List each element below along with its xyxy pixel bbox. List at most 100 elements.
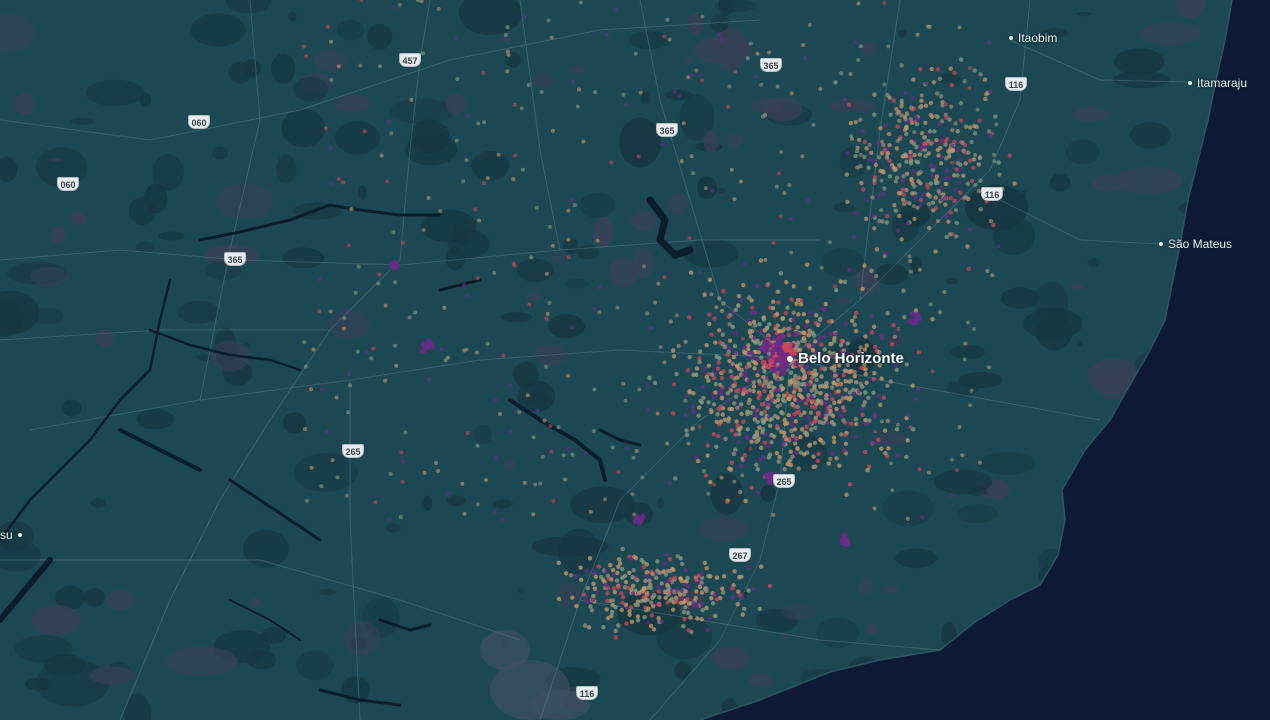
density-point [717, 296, 722, 301]
density-point [588, 604, 593, 609]
density-point [607, 562, 613, 568]
density-point [804, 424, 809, 430]
density-point [780, 411, 785, 416]
density-point [570, 452, 575, 457]
density-point [917, 267, 922, 272]
terrain-patch [1065, 139, 1100, 165]
density-point [464, 158, 469, 163]
density-point [776, 289, 781, 294]
highway-shield-060[interactable]: 060 [188, 115, 210, 129]
terrain-patch [524, 390, 550, 407]
density-point [754, 462, 759, 467]
density-point [959, 118, 964, 123]
terrain-patch [1023, 307, 1083, 340]
density-point [593, 90, 598, 95]
density-point [777, 341, 784, 348]
highway-shield-365[interactable]: 365 [760, 58, 782, 72]
density-point [653, 300, 658, 305]
density-point [838, 382, 843, 387]
density-point [691, 171, 696, 176]
density-point [757, 379, 762, 384]
density-point [955, 129, 960, 134]
density-point [770, 305, 776, 311]
density-point [963, 341, 968, 346]
density-point [955, 147, 960, 153]
density-point [336, 64, 341, 69]
density-point [359, 0, 364, 3]
density-point [546, 18, 551, 23]
density-point [764, 401, 769, 406]
density-point [770, 299, 776, 305]
density-point [832, 368, 837, 373]
density-point [623, 579, 629, 585]
highway-shield-457[interactable]: 457 [399, 53, 421, 67]
density-point [582, 623, 588, 628]
density-point [747, 363, 752, 369]
density-point [481, 71, 486, 76]
density-point [801, 451, 807, 457]
highway-shield-267[interactable]: 267 [729, 548, 751, 562]
density-point [753, 361, 759, 366]
density-point [947, 175, 952, 181]
density-point [809, 404, 815, 409]
density-point [734, 419, 739, 424]
highway-shield-365[interactable]: 365 [224, 252, 246, 266]
density-point [303, 364, 308, 369]
density-point [858, 163, 863, 169]
city-label-itamaraju[interactable]: Itamaraju [1188, 76, 1247, 90]
density-point [903, 154, 909, 159]
density-point [860, 412, 865, 418]
density-point [887, 142, 892, 148]
density-point [631, 455, 636, 460]
map-canvas[interactable]: Itaobim Itamaraju São Mateus Belo Horizo… [0, 0, 1270, 720]
density-point [662, 360, 667, 365]
density-point [792, 383, 798, 388]
density-point [806, 197, 811, 202]
density-point [749, 328, 755, 334]
density-point [801, 381, 806, 387]
density-point [662, 34, 667, 39]
highway-shield-116[interactable]: 116 [576, 686, 598, 700]
density-point [574, 603, 579, 609]
density-point [595, 238, 600, 243]
terrain-patch [61, 399, 82, 417]
city-label-itaobim[interactable]: Itaobim [1009, 31, 1057, 45]
highway-shield-116[interactable]: 116 [1005, 77, 1027, 91]
density-point [687, 315, 692, 320]
city-label-sao-mateus[interactable]: São Mateus [1159, 237, 1232, 251]
density-point [399, 450, 404, 455]
city-label-partial-west[interactable]: su [0, 528, 22, 542]
density-point [377, 272, 382, 277]
density-point [407, 315, 412, 320]
density-point [691, 601, 696, 606]
density-point [662, 561, 667, 566]
density-point [678, 592, 683, 597]
terrain-patch [703, 130, 719, 153]
city-label-belo-horizonte[interactable]: Belo Horizonte [787, 350, 904, 367]
density-point [655, 568, 660, 573]
highway-shield-265[interactable]: 265 [773, 474, 795, 488]
density-point [759, 402, 765, 407]
density-point [731, 383, 736, 389]
highway-shield-060[interactable]: 060 [57, 177, 79, 191]
density-point [852, 322, 857, 327]
density-point [583, 597, 589, 602]
density-point [862, 400, 867, 405]
density-point [896, 213, 902, 219]
density-point [926, 470, 931, 475]
density-point [736, 303, 741, 308]
highway-shield-116[interactable]: 116 [981, 187, 1003, 201]
density-point [853, 434, 858, 440]
terrain-patch [1000, 287, 1040, 309]
highway-shield-265[interactable]: 265 [342, 444, 364, 458]
density-point [575, 104, 580, 109]
density-point [978, 207, 983, 212]
highway-shield-365[interactable]: 365 [656, 123, 678, 137]
terrain-patch [14, 635, 73, 663]
density-point [749, 485, 754, 490]
density-point [791, 390, 797, 395]
density-point [788, 449, 793, 454]
density-point [702, 560, 708, 566]
density-point [319, 484, 324, 489]
terrain-patch [698, 516, 749, 542]
